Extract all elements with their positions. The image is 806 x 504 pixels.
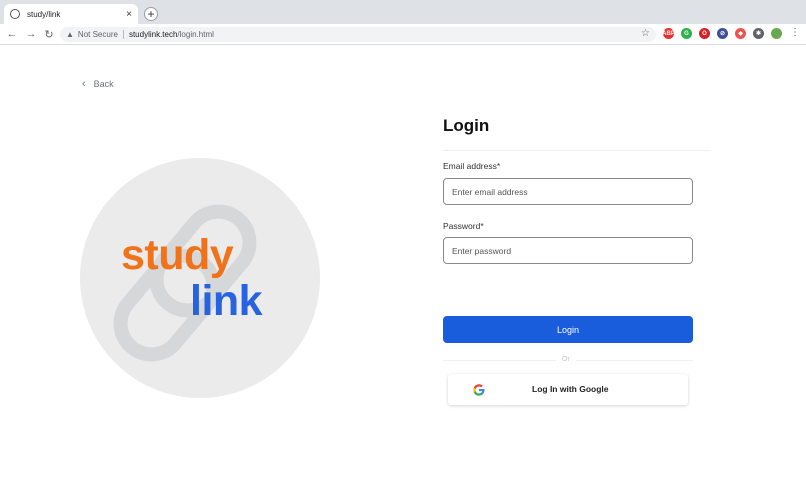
divider-left	[443, 360, 556, 361]
password-field[interactable]	[443, 237, 693, 264]
block-icon[interactable]: ⊘	[717, 28, 728, 39]
page-title: Login	[443, 116, 490, 135]
grammar-icon[interactable]: G	[681, 28, 692, 39]
email-label: Email address*	[443, 161, 501, 171]
back-label: Back	[93, 79, 114, 89]
google-button-label: Log In with Google	[532, 384, 609, 394]
divider-right	[576, 360, 693, 361]
tab-strip: study/link × +	[0, 0, 806, 24]
chevron-left-icon: ‹	[82, 78, 86, 90]
url-host: studylink.tech	[128, 30, 178, 39]
google-login-button[interactable]: Log In with Google	[448, 374, 688, 405]
new-tab-button[interactable]: +	[144, 7, 158, 21]
omnibox-divider	[122, 30, 124, 39]
browser-tab[interactable]: study/link ×	[4, 4, 138, 24]
url-text[interactable]: studylink.tech/login.html	[129, 30, 214, 39]
more-menu-icon[interactable]: ⋮	[790, 27, 800, 38]
puzzle-icon[interactable]: ✱	[753, 28, 764, 39]
divider-or-text: Or	[562, 356, 570, 363]
logo-text-link: link	[190, 277, 263, 325]
warning-icon[interactable]: ▲	[66, 30, 74, 39]
password-label: Password*	[443, 221, 484, 231]
shield-icon[interactable]: ◆	[735, 28, 746, 39]
adblock-icon[interactable]: ABP	[662, 28, 675, 39]
address-bar[interactable]: ▲ Not Secure studylink.tech/login.html	[60, 27, 656, 42]
close-tab-icon[interactable]: ×	[126, 9, 132, 20]
google-icon	[473, 384, 485, 396]
back-link[interactable]: ‹ Back	[82, 78, 114, 90]
tab-title: study/link	[27, 9, 61, 19]
logo-text-study: study	[121, 231, 234, 279]
url-path: /login.html	[177, 30, 214, 39]
back-arrow-icon[interactable]: ←	[5, 27, 19, 41]
email-field[interactable]	[443, 178, 693, 205]
forward-arrow-icon[interactable]: →	[24, 27, 38, 41]
login-button[interactable]: Login	[443, 316, 693, 343]
security-label[interactable]: Not Secure	[78, 30, 118, 39]
opera-icon[interactable]: O	[699, 28, 710, 39]
reload-icon[interactable]: ↻	[42, 27, 56, 41]
title-divider	[443, 150, 711, 151]
globe-icon	[10, 9, 20, 19]
profile-avatar[interactable]	[771, 28, 782, 39]
bookmark-star-icon[interactable]: ☆	[641, 28, 650, 39]
